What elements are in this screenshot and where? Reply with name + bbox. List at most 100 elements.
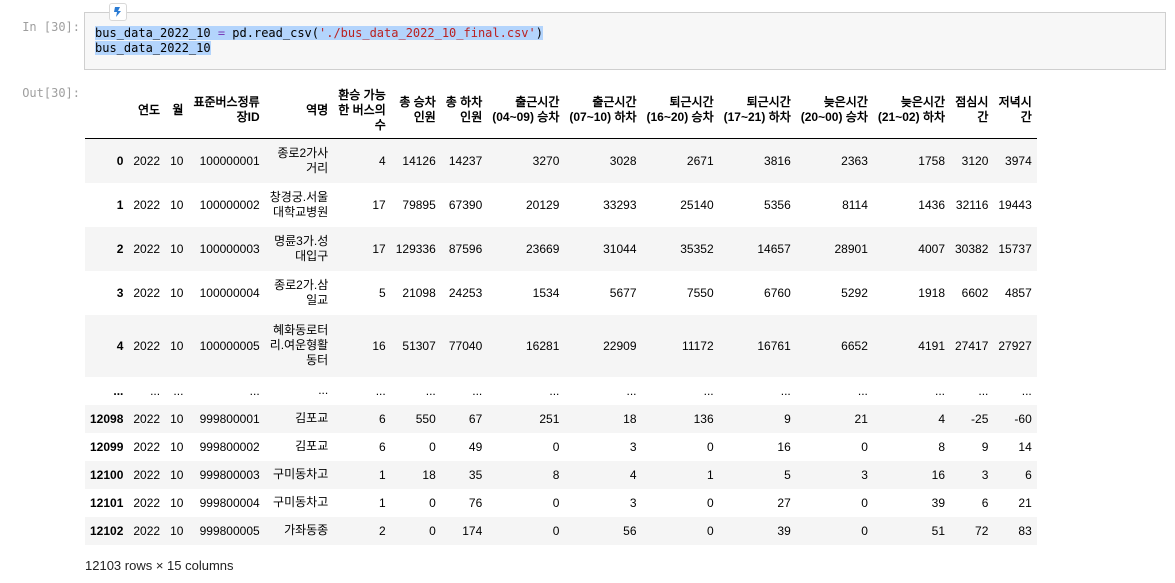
table-cell: 51307 bbox=[402, 338, 436, 353]
column-header: 총 승차 인원 bbox=[390, 82, 441, 139]
row-index: 12102 bbox=[90, 523, 124, 538]
table-cell: 999800003 bbox=[199, 467, 260, 482]
table-cell: 14 bbox=[1018, 439, 1032, 454]
table-cell: 1534 bbox=[532, 285, 560, 300]
table-cell: 11172 bbox=[682, 338, 714, 353]
table-cell: 명륜3가.성 대입구 bbox=[274, 233, 329, 263]
code-editor[interactable]: bus_data_2022_10 = pd.read_csv('./bus_da… bbox=[95, 26, 543, 56]
table-cell: 56 bbox=[623, 523, 637, 538]
table-cell: ... bbox=[626, 383, 637, 398]
table-cell: 14657 bbox=[757, 241, 791, 256]
table-cell: 3816 bbox=[764, 153, 791, 168]
column-header: 퇴근시간 (16~20) 승차 bbox=[641, 82, 719, 139]
table-cell: 0 bbox=[861, 439, 868, 454]
row-index: 4 bbox=[116, 338, 124, 353]
table-cell: 0 bbox=[861, 523, 868, 538]
table-cell: ... bbox=[703, 383, 714, 398]
table-cell: 10 bbox=[170, 467, 184, 482]
table-cell: 87596 bbox=[448, 241, 483, 256]
table-cell: 0 bbox=[706, 439, 714, 454]
table-cell: 1 bbox=[706, 467, 714, 482]
table-cell: 21 bbox=[854, 411, 868, 426]
table-cell: 5 bbox=[379, 285, 386, 300]
table-cell: ... bbox=[173, 383, 184, 398]
table-cell: 10 bbox=[170, 153, 184, 168]
table-cell: 27 bbox=[777, 495, 791, 510]
table-cell: 0 bbox=[429, 439, 436, 454]
table-cell: 22909 bbox=[603, 338, 637, 353]
table-cell: 83 bbox=[1018, 523, 1032, 538]
table-cell: 2022 bbox=[133, 439, 161, 454]
table-cell: ... bbox=[549, 383, 560, 398]
table-cell: 3028 bbox=[609, 153, 637, 168]
table-cell: 136 bbox=[693, 411, 714, 426]
table-cell: 5677 bbox=[609, 285, 637, 300]
row-index: 0 bbox=[116, 153, 124, 168]
code-operator: = bbox=[217, 26, 226, 40]
column-header: 퇴근시간 (17~21) 하차 bbox=[718, 82, 796, 139]
code-var: bus_data_2022_10 bbox=[95, 26, 211, 40]
table-cell: 39 bbox=[777, 523, 791, 538]
table-cell: 3270 bbox=[532, 153, 560, 168]
table-cell: ... bbox=[249, 383, 260, 398]
table-cell: 1918 bbox=[918, 285, 945, 300]
table-row: 2 2022 10 100000003 명륜3가.성 대입구 17 129336 87596 23… bbox=[85, 226, 1037, 271]
table-cell: 4 bbox=[938, 411, 945, 426]
table-cell: 6 bbox=[379, 439, 386, 454]
column-header bbox=[85, 82, 129, 139]
ellipsis-row: ........................................… bbox=[85, 376, 1037, 405]
table-cell: 2022 bbox=[133, 338, 161, 353]
table-cell: 2022 bbox=[133, 241, 161, 256]
column-header: 출근시간 (07~10) 하차 bbox=[564, 82, 642, 139]
column-header: 역명 bbox=[264, 82, 334, 139]
column-header: 점심시 간 bbox=[950, 82, 994, 139]
table-cell: 4857 bbox=[1005, 285, 1032, 300]
table-cell: 18 bbox=[422, 467, 436, 482]
table-cell: 2671 bbox=[686, 153, 714, 168]
table-cell: 16281 bbox=[526, 338, 560, 353]
table-cell: 김포교 bbox=[295, 411, 329, 425]
table-cell: 31044 bbox=[603, 241, 637, 256]
code-string: './bus_data_2022_10_final.csv' bbox=[319, 26, 536, 40]
table-cell: 2022 bbox=[133, 523, 161, 538]
table-cell: 종로2가사 거리 bbox=[277, 145, 329, 175]
table-cell: 10 bbox=[170, 495, 184, 510]
column-header: 월 bbox=[165, 82, 189, 139]
table-row: 4 2022 10 100000005 혜화동로터 리.여운형활 동터 16 51307 7704… bbox=[85, 314, 1037, 377]
table-cell: 100000003 bbox=[199, 241, 260, 256]
table-cell: 1 bbox=[379, 467, 386, 482]
notebook-kernel-icon[interactable] bbox=[109, 3, 127, 21]
table-cell: 1436 bbox=[918, 197, 945, 212]
table-cell: 6652 bbox=[841, 338, 868, 353]
table-cell: 999800001 bbox=[199, 411, 260, 426]
table-row: 0 2022 10 100000001 종로2가사 거리 4 14126 14237 3270 30… bbox=[85, 138, 1037, 183]
code-close-paren: ) bbox=[535, 26, 543, 40]
table-cell: 4 bbox=[629, 467, 637, 482]
table-cell: 2022 bbox=[133, 467, 161, 482]
table-cell: 100000002 bbox=[199, 197, 260, 212]
table-cell: 67 bbox=[468, 411, 483, 426]
table-cell: 17 bbox=[372, 197, 386, 212]
code-cell-input[interactable]: bus_data_2022_10 = pd.read_csv('./bus_da… bbox=[84, 3, 1166, 70]
table-cell: 0 bbox=[706, 495, 714, 510]
table-cell: -25 bbox=[971, 411, 989, 426]
table-cell: 2 bbox=[379, 523, 386, 538]
table-cell: ... bbox=[857, 383, 868, 398]
row-index: 1 bbox=[116, 197, 124, 212]
table-cell: 구미동차고 bbox=[273, 495, 329, 509]
table-cell: 550 bbox=[415, 411, 436, 426]
table-cell: 35352 bbox=[680, 241, 714, 256]
table-cell: 79895 bbox=[402, 197, 436, 212]
table-cell: 21098 bbox=[402, 285, 436, 300]
column-header: 저녁시 간 bbox=[993, 82, 1037, 139]
column-header: 연도 bbox=[128, 82, 166, 139]
table-row: 12100 2022 10 999800003 구미동차고 1 18 35 8 4 1 5 3 16 3 6 bbox=[85, 460, 1037, 489]
row-index: 12101 bbox=[90, 495, 124, 510]
table-cell: 100000005 bbox=[199, 338, 260, 353]
table-cell: 2022 bbox=[133, 411, 161, 426]
table-cell: 100000004 bbox=[199, 285, 260, 300]
table-cell: 1 bbox=[379, 495, 386, 510]
table-cell: 0 bbox=[429, 495, 436, 510]
table-cell: 23669 bbox=[526, 241, 560, 256]
table-cell: ... bbox=[318, 383, 329, 397]
